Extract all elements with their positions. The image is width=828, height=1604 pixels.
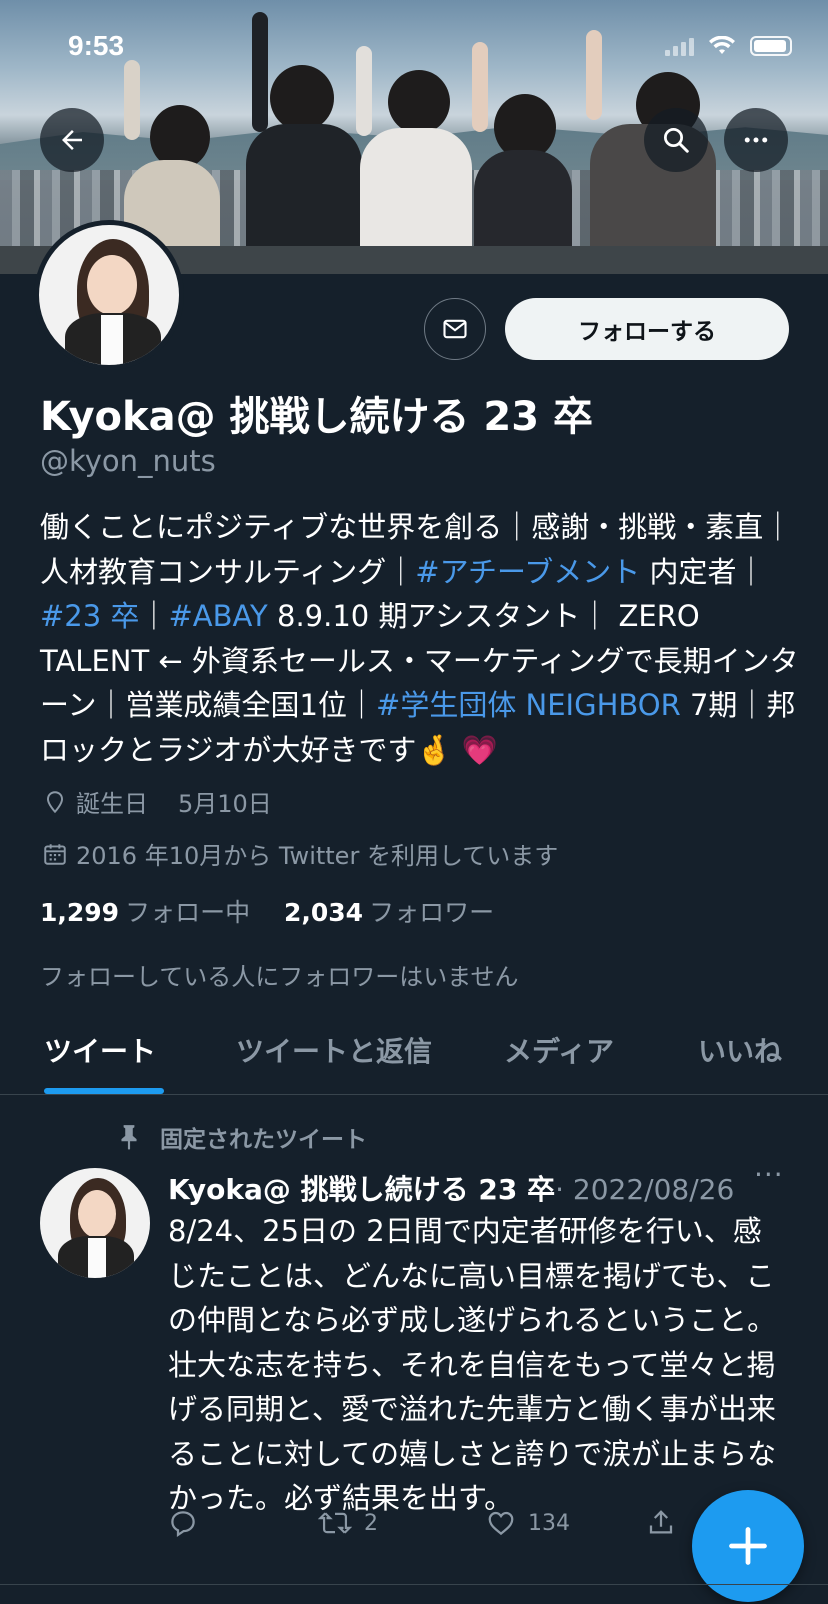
profile-avatar[interactable]	[34, 220, 184, 370]
banner-person-arm	[472, 42, 488, 132]
banner-person-arm	[124, 60, 140, 140]
followers-label: フォロワー	[369, 898, 495, 927]
status-time: 9:53	[68, 30, 125, 61]
profile-bio: 働くことにポジティブな世界を創る｜感謝・挑戦・素直｜人材教育コンサルティング｜#…	[40, 505, 800, 772]
following-link[interactable]: 1,299 フォロー中	[40, 898, 250, 927]
following-label: フォロー中	[125, 898, 251, 927]
active-tab-indicator	[44, 1088, 164, 1094]
follow-button[interactable]: フォローする	[505, 298, 789, 360]
search-button[interactable]	[644, 108, 708, 172]
banner-person-head	[270, 65, 334, 131]
compose-plus-icon	[729, 1527, 767, 1565]
banner-person-head	[388, 70, 450, 134]
battery-icon	[750, 36, 792, 56]
tab-tweets[interactable]: ツイート	[44, 1030, 156, 1070]
bio-text: 内定者｜	[640, 554, 766, 589]
followers-count: 2,034	[284, 898, 364, 927]
tab-likes[interactable]: いいね	[698, 1030, 782, 1070]
avatar-photo	[39, 225, 179, 365]
wifi-icon	[709, 36, 735, 54]
hashtag-link[interactable]: #アチーブメント	[415, 555, 640, 589]
tweet-author-avatar[interactable]	[40, 1168, 150, 1278]
pinned-indicator: 固定されたツイート	[116, 1120, 367, 1154]
calendar-icon	[44, 843, 66, 865]
hashtag-link[interactable]: #学生団体 NEIGHBOR	[376, 688, 681, 722]
banner-person-arm	[356, 46, 372, 136]
tweet-header: Kyoka@ 挑戦し続ける 23 卒· 2022/08/26	[168, 1168, 734, 1208]
tab-tweets-and-replies[interactable]: ツイートと返信	[236, 1030, 432, 1070]
more-button[interactable]	[724, 108, 788, 172]
birthday-value: 5月10日	[178, 790, 272, 818]
birthday-row: 誕生日 5月10日	[42, 784, 272, 819]
reply-icon	[171, 1511, 195, 1537]
joined-row: 2016 年10月から Twitter を利用しています	[42, 836, 558, 871]
profile-tabs: ツイート ツイートと返信 メディア いいね	[0, 1010, 828, 1095]
message-button[interactable]	[424, 298, 486, 360]
more-icon	[744, 137, 768, 143]
banner-person-arm	[252, 12, 268, 132]
user-handle: @kyon_nuts	[40, 444, 216, 478]
followers-link[interactable]: 2,034 フォロワー	[284, 898, 494, 927]
reply-button[interactable]	[168, 1508, 210, 1538]
bio-text: ｜	[139, 599, 169, 633]
tweet-divider	[0, 1584, 828, 1585]
back-arrow-icon	[62, 130, 82, 150]
tweet-author-name[interactable]: Kyoka@ 挑戦し続ける 23 卒	[168, 1173, 555, 1206]
mutual-followers-note: フォローしている人にフォロワーはいません	[40, 963, 519, 991]
status-icons	[665, 36, 792, 56]
retweet-icon	[318, 1512, 352, 1534]
like-button[interactable]: 134	[486, 1508, 570, 1538]
hashtag-link[interactable]: #ABAY	[168, 599, 267, 633]
back-button[interactable]	[40, 108, 104, 172]
tab-media[interactable]: メディア	[504, 1030, 614, 1070]
banner-person-arm	[586, 30, 602, 120]
joined-date: 2016 年10月から Twitter を利用しています	[76, 842, 559, 870]
share-button[interactable]	[646, 1508, 676, 1538]
hashtag-link[interactable]: #23 卒	[40, 599, 139, 633]
tweet-more-button[interactable]: ···	[754, 1158, 784, 1191]
following-count: 1,299	[40, 898, 120, 927]
location-pin-icon	[46, 790, 64, 813]
display-name: Kyoka@ 挑戦し続ける 23 卒	[40, 394, 594, 440]
mail-icon	[443, 319, 467, 339]
share-icon	[649, 1510, 673, 1534]
birthday-label: 誕生日	[76, 790, 148, 818]
compose-tweet-button[interactable]	[692, 1490, 804, 1602]
pinned-label: 固定されたツイート	[160, 1127, 367, 1153]
cellular-signal-icon	[665, 36, 694, 56]
pin-icon	[121, 1125, 137, 1150]
tweet-actions: 2 134	[168, 1508, 688, 1548]
follow-stats: 1,299 フォロー中 2,034 フォロワー	[40, 893, 494, 929]
heart-icon	[488, 1511, 514, 1536]
like-count: 134	[528, 1510, 570, 1536]
avatar-photo	[40, 1168, 150, 1278]
retweet-button[interactable]: 2	[318, 1508, 378, 1538]
tweet-date[interactable]: · 2022/08/26	[555, 1173, 734, 1206]
retweet-count: 2	[364, 1510, 378, 1536]
search-icon	[664, 128, 689, 153]
tweet-text: 8/24、25日の 2日間で内定者研修を行い、感じたことは、どんなに高い目標を掲…	[168, 1214, 777, 1515]
